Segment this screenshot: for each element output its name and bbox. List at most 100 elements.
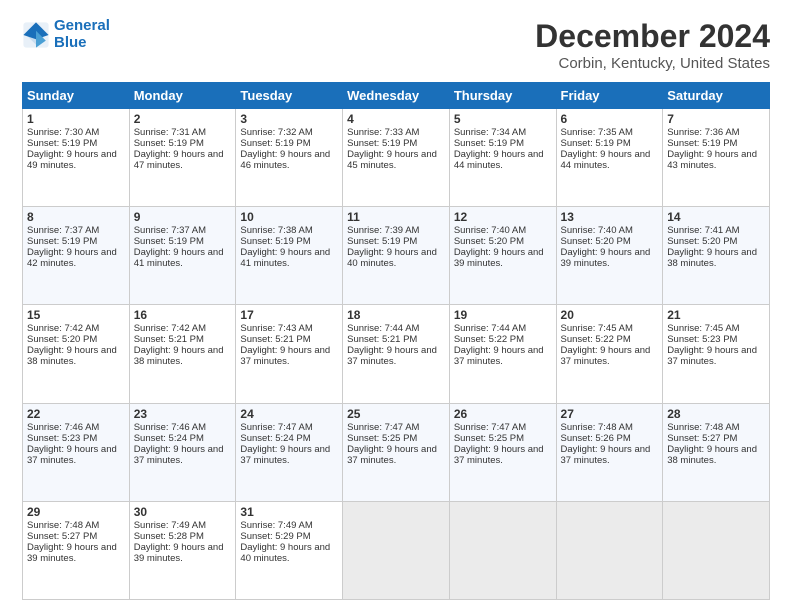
day-info: Sunset: 5:19 PM xyxy=(134,138,232,149)
day-info: Sunrise: 7:43 AM xyxy=(240,323,338,334)
day-info: Daylight: 9 hours and 40 minutes. xyxy=(347,247,445,269)
day-info: Sunrise: 7:40 AM xyxy=(561,225,659,236)
day-info: Sunrise: 7:48 AM xyxy=(667,422,765,433)
day-info: Daylight: 9 hours and 37 minutes. xyxy=(667,345,765,367)
day-number: 15 xyxy=(27,308,125,322)
day-info: Sunrise: 7:44 AM xyxy=(454,323,552,334)
day-info: Daylight: 9 hours and 37 minutes. xyxy=(240,345,338,367)
day-info: Sunset: 5:24 PM xyxy=(134,433,232,444)
table-row: 30Sunrise: 7:49 AMSunset: 5:28 PMDayligh… xyxy=(129,501,236,599)
day-info: Daylight: 9 hours and 37 minutes. xyxy=(454,444,552,466)
day-number: 21 xyxy=(667,308,765,322)
day-info: Sunset: 5:28 PM xyxy=(134,531,232,542)
day-info: Sunrise: 7:49 AM xyxy=(134,520,232,531)
day-number: 7 xyxy=(667,112,765,126)
day-info: Sunset: 5:19 PM xyxy=(561,138,659,149)
day-number: 14 xyxy=(667,210,765,224)
day-number: 5 xyxy=(454,112,552,126)
day-number: 18 xyxy=(347,308,445,322)
day-number: 27 xyxy=(561,407,659,421)
table-row xyxy=(663,501,770,599)
day-info: Sunset: 5:25 PM xyxy=(347,433,445,444)
day-info: Sunset: 5:22 PM xyxy=(454,334,552,345)
table-row: 31Sunrise: 7:49 AMSunset: 5:29 PMDayligh… xyxy=(236,501,343,599)
calendar-week-row: 29Sunrise: 7:48 AMSunset: 5:27 PMDayligh… xyxy=(23,501,770,599)
calendar-week-row: 15Sunrise: 7:42 AMSunset: 5:20 PMDayligh… xyxy=(23,305,770,403)
day-info: Daylight: 9 hours and 41 minutes. xyxy=(240,247,338,269)
table-row: 8Sunrise: 7:37 AMSunset: 5:19 PMDaylight… xyxy=(23,207,130,305)
table-row: 29Sunrise: 7:48 AMSunset: 5:27 PMDayligh… xyxy=(23,501,130,599)
day-number: 24 xyxy=(240,407,338,421)
day-info: Daylight: 9 hours and 37 minutes. xyxy=(561,345,659,367)
day-info: Sunset: 5:27 PM xyxy=(667,433,765,444)
table-row: 5Sunrise: 7:34 AMSunset: 5:19 PMDaylight… xyxy=(449,109,556,207)
day-number: 22 xyxy=(27,407,125,421)
day-info: Daylight: 9 hours and 41 minutes. xyxy=(134,247,232,269)
page: General Blue December 2024 Corbin, Kentu… xyxy=(0,0,792,612)
table-row: 6Sunrise: 7:35 AMSunset: 5:19 PMDaylight… xyxy=(556,109,663,207)
day-number: 12 xyxy=(454,210,552,224)
main-title: December 2024 xyxy=(535,18,770,55)
day-number: 26 xyxy=(454,407,552,421)
day-info: Sunrise: 7:45 AM xyxy=(561,323,659,334)
table-row: 18Sunrise: 7:44 AMSunset: 5:21 PMDayligh… xyxy=(343,305,450,403)
day-info: Sunset: 5:21 PM xyxy=(240,334,338,345)
day-info: Daylight: 9 hours and 37 minutes. xyxy=(454,345,552,367)
col-wednesday: Wednesday xyxy=(343,83,450,109)
day-number: 8 xyxy=(27,210,125,224)
table-row: 21Sunrise: 7:45 AMSunset: 5:23 PMDayligh… xyxy=(663,305,770,403)
day-number: 10 xyxy=(240,210,338,224)
day-info: Sunrise: 7:40 AM xyxy=(454,225,552,236)
day-info: Sunset: 5:19 PM xyxy=(134,236,232,247)
table-row: 4Sunrise: 7:33 AMSunset: 5:19 PMDaylight… xyxy=(343,109,450,207)
day-info: Daylight: 9 hours and 37 minutes. xyxy=(240,444,338,466)
table-row: 16Sunrise: 7:42 AMSunset: 5:21 PMDayligh… xyxy=(129,305,236,403)
day-number: 9 xyxy=(134,210,232,224)
table-row: 27Sunrise: 7:48 AMSunset: 5:26 PMDayligh… xyxy=(556,403,663,501)
day-info: Daylight: 9 hours and 40 minutes. xyxy=(240,542,338,564)
day-number: 6 xyxy=(561,112,659,126)
table-row: 7Sunrise: 7:36 AMSunset: 5:19 PMDaylight… xyxy=(663,109,770,207)
header: General Blue December 2024 Corbin, Kentu… xyxy=(22,18,770,72)
table-row: 11Sunrise: 7:39 AMSunset: 5:19 PMDayligh… xyxy=(343,207,450,305)
day-info: Sunset: 5:19 PM xyxy=(27,236,125,247)
day-info: Sunrise: 7:37 AM xyxy=(27,225,125,236)
day-info: Sunrise: 7:30 AM xyxy=(27,127,125,138)
day-info: Sunset: 5:20 PM xyxy=(27,334,125,345)
table-row: 28Sunrise: 7:48 AMSunset: 5:27 PMDayligh… xyxy=(663,403,770,501)
day-info: Sunrise: 7:41 AM xyxy=(667,225,765,236)
logo-area: General Blue xyxy=(22,18,110,51)
calendar-table: Sunday Monday Tuesday Wednesday Thursday… xyxy=(22,82,770,600)
day-info: Sunrise: 7:31 AM xyxy=(134,127,232,138)
day-info: Sunset: 5:19 PM xyxy=(27,138,125,149)
day-info: Sunrise: 7:37 AM xyxy=(134,225,232,236)
day-info: Sunrise: 7:42 AM xyxy=(134,323,232,334)
day-info: Daylight: 9 hours and 37 minutes. xyxy=(561,444,659,466)
day-info: Daylight: 9 hours and 37 minutes. xyxy=(347,444,445,466)
table-row xyxy=(343,501,450,599)
table-row xyxy=(449,501,556,599)
day-info: Daylight: 9 hours and 38 minutes. xyxy=(27,345,125,367)
day-info: Daylight: 9 hours and 45 minutes. xyxy=(347,149,445,171)
day-number: 17 xyxy=(240,308,338,322)
day-number: 31 xyxy=(240,505,338,519)
day-info: Sunrise: 7:47 AM xyxy=(454,422,552,433)
table-row: 15Sunrise: 7:42 AMSunset: 5:20 PMDayligh… xyxy=(23,305,130,403)
subtitle: Corbin, Kentucky, United States xyxy=(535,55,770,72)
table-row: 3Sunrise: 7:32 AMSunset: 5:19 PMDaylight… xyxy=(236,109,343,207)
logo-text: General Blue xyxy=(54,18,110,51)
day-info: Sunset: 5:19 PM xyxy=(667,138,765,149)
day-info: Sunrise: 7:42 AM xyxy=(27,323,125,334)
day-info: Daylight: 9 hours and 44 minutes. xyxy=(454,149,552,171)
day-info: Daylight: 9 hours and 37 minutes. xyxy=(27,444,125,466)
calendar-header-row: Sunday Monday Tuesday Wednesday Thursday… xyxy=(23,83,770,109)
day-number: 30 xyxy=(134,505,232,519)
table-row: 2Sunrise: 7:31 AMSunset: 5:19 PMDaylight… xyxy=(129,109,236,207)
day-info: Sunrise: 7:46 AM xyxy=(27,422,125,433)
day-info: Daylight: 9 hours and 42 minutes. xyxy=(27,247,125,269)
day-info: Daylight: 9 hours and 46 minutes. xyxy=(240,149,338,171)
day-info: Sunrise: 7:35 AM xyxy=(561,127,659,138)
title-area: December 2024 Corbin, Kentucky, United S… xyxy=(535,18,770,72)
day-number: 11 xyxy=(347,210,445,224)
day-info: Sunrise: 7:45 AM xyxy=(667,323,765,334)
